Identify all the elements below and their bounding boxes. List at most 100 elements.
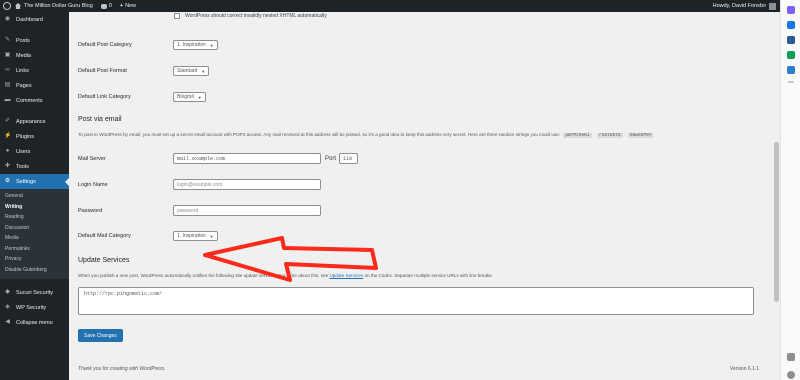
- sidebar-item-label: Pages: [16, 82, 32, 89]
- sidebar-item-label: Dashboard: [16, 16, 43, 23]
- xhtml-checkbox-label: WordPress should correct invalidly neste…: [185, 13, 327, 19]
- sidebar-item-label: Users: [16, 148, 31, 155]
- avatar: [769, 2, 776, 10]
- sidebar-item-settings[interactable]: ⚙ Settings: [0, 174, 69, 189]
- writing-settings-main: WordPress should correct invalidly neste…: [69, 12, 773, 380]
- sidebar-item-label: Sucuri Security: [16, 289, 53, 296]
- extension-icon[interactable]: [786, 51, 795, 59]
- sucuri-icon: ◆: [5, 289, 10, 295]
- random-string-2: rS2tUb7G: [596, 133, 623, 138]
- minus-icon[interactable]: [787, 81, 794, 83]
- port-label: Port: [325, 155, 337, 162]
- chevron-down-icon: ▼: [201, 68, 206, 74]
- dashboard-icon: ◉: [4, 16, 11, 22]
- default-link-category-select[interactable]: Blogroll ▼: [173, 92, 206, 102]
- chevron-down-icon: ▼: [209, 233, 214, 239]
- mail-server-input[interactable]: mail.example.com: [173, 153, 321, 164]
- extension-icon[interactable]: [786, 21, 795, 29]
- submenu-item-disable-gutenberg[interactable]: Disable Gutenberg: [0, 265, 69, 276]
- site-name-link[interactable]: The Million Dollar Guru Blog: [15, 3, 93, 9]
- comment-icon: ▬: [4, 97, 11, 103]
- post-via-email-description: To post to WordPress by email, you must …: [78, 132, 654, 138]
- footer-version: Version 6.1.1: [729, 366, 759, 372]
- sidebar-item-label: WP Security: [16, 304, 47, 311]
- post-via-email-heading: Post via email: [78, 116, 122, 123]
- settings-submenu: General Writing Reading Discussion Media Perm…: [0, 189, 69, 279]
- default-post-format-select[interactable]: Standard ▼: [173, 66, 210, 76]
- sidebar-item-sucuri-security[interactable]: ◆ Sucuri Security: [0, 285, 69, 300]
- page-icon: ▤: [4, 82, 11, 88]
- random-string-1: pB7Pz9eKi: [563, 133, 592, 138]
- update-services-description: When you publish a new post, WordPress a…: [78, 273, 493, 278]
- submenu-item-media[interactable]: Media: [0, 233, 69, 244]
- panel-icon[interactable]: [787, 353, 795, 361]
- plus-icon: +: [119, 3, 124, 9]
- submenu-item-writing[interactable]: Writing: [0, 202, 69, 213]
- sidebar-item-label: Collapse menu: [16, 319, 53, 326]
- sidebar-item-label: Settings: [16, 178, 36, 185]
- sidebar-item-plugins[interactable]: ⚡ Plugins: [0, 129, 69, 144]
- submenu-item-general[interactable]: General: [0, 191, 69, 202]
- sidebar-item-label: Appearance: [16, 118, 46, 125]
- extension-icon[interactable]: [786, 66, 795, 74]
- home-icon: [15, 3, 21, 9]
- ping-sites-textarea[interactable]: http://rpc.pingomatic.com/: [78, 287, 754, 315]
- sidebar-item-wp-security[interactable]: ◈ WP Security: [0, 300, 69, 315]
- port-input[interactable]: 110: [339, 153, 359, 164]
- user-account-menu[interactable]: Howdy, David Fonsbo: [713, 2, 776, 10]
- default-post-format-label: Default Post Format: [78, 68, 127, 74]
- default-mail-category-select[interactable]: 1. Inspiration ▼: [173, 231, 218, 241]
- submenu-item-reading[interactable]: Reading: [0, 212, 69, 223]
- default-link-category-label: Default Link Category: [78, 94, 131, 100]
- default-mail-category-label: Default Mail Category: [78, 233, 131, 239]
- gear-icon[interactable]: [787, 371, 795, 379]
- update-services-link[interactable]: Update Services: [329, 273, 363, 278]
- sidebar-item-appearance[interactable]: ✐ Appearance: [0, 114, 69, 129]
- password-input[interactable]: password: [173, 205, 321, 216]
- wrench-icon: ✚: [4, 163, 11, 169]
- new-content-link[interactable]: + New: [120, 3, 136, 9]
- random-string-3: kNw5hP9Y: [627, 133, 654, 138]
- sidebar-item-media[interactable]: ▣ Media: [0, 48, 69, 63]
- sidebar-item-label: Links: [16, 67, 29, 74]
- default-post-category-label: Default Post Category: [78, 42, 132, 48]
- browser-side-toolbar: [780, 0, 800, 380]
- scrollbar-thumb[interactable]: [774, 142, 779, 302]
- mail-server-label: Mail Server: [78, 155, 106, 162]
- submenu-item-permalinks[interactable]: Permalinks: [0, 244, 69, 255]
- admin-sidebar: ◉ Dashboard ✎ Posts ▣ Media ∞ Links ▤ Pages ▬ Comme…: [0, 12, 69, 380]
- login-name-input[interactable]: login@example.com: [173, 179, 321, 190]
- user-icon: ●: [5, 148, 10, 154]
- sidebar-item-label: Tools: [16, 163, 29, 170]
- default-post-category-select[interactable]: 1. Inspiration ▼: [173, 40, 218, 50]
- sidebar-item-label: Plugins: [16, 133, 35, 140]
- extension-icon[interactable]: [786, 36, 795, 44]
- sidebar-item-dashboard[interactable]: ◉ Dashboard: [0, 12, 69, 27]
- sidebar-item-comments[interactable]: ▬ Comments: [0, 93, 69, 108]
- settings-icon: ⚙: [4, 178, 11, 184]
- shield-icon: ◈: [5, 304, 10, 310]
- sidebar-item-label: Posts: [16, 37, 30, 44]
- sidebar-item-links[interactable]: ∞ Links: [0, 63, 69, 78]
- xhtml-correct-checkbox[interactable]: [174, 13, 180, 19]
- submenu-item-privacy[interactable]: Privacy: [0, 254, 69, 265]
- sidebar-item-posts[interactable]: ✎ Posts: [0, 33, 69, 48]
- comments-link[interactable]: 0: [100, 3, 112, 9]
- sidebar-item-label: Comments: [16, 97, 43, 104]
- page-scrollbar[interactable]: [773, 12, 780, 380]
- sidebar-item-pages[interactable]: ▤ Pages: [0, 78, 69, 93]
- sidebar-item-label: Media: [16, 52, 31, 59]
- sidebar-item-tools[interactable]: ✚ Tools: [0, 159, 69, 174]
- extension-icon[interactable]: [786, 6, 795, 14]
- brush-icon: ✐: [4, 118, 11, 124]
- wordpress-logo-icon[interactable]: [3, 2, 11, 10]
- collapse-icon: ◀: [5, 319, 10, 325]
- comment-bubble-icon: [100, 3, 107, 9]
- plugin-icon: ⚡: [4, 133, 12, 139]
- sidebar-item-collapse-menu[interactable]: ◀ Collapse menu: [0, 315, 69, 330]
- submenu-item-discussion[interactable]: Discussion: [0, 223, 69, 234]
- sidebar-item-users[interactable]: ● Users: [0, 144, 69, 159]
- link-icon: ∞: [5, 67, 10, 73]
- chevron-down-icon: ▼: [197, 94, 202, 100]
- save-changes-button[interactable]: Save Changes: [78, 329, 123, 342]
